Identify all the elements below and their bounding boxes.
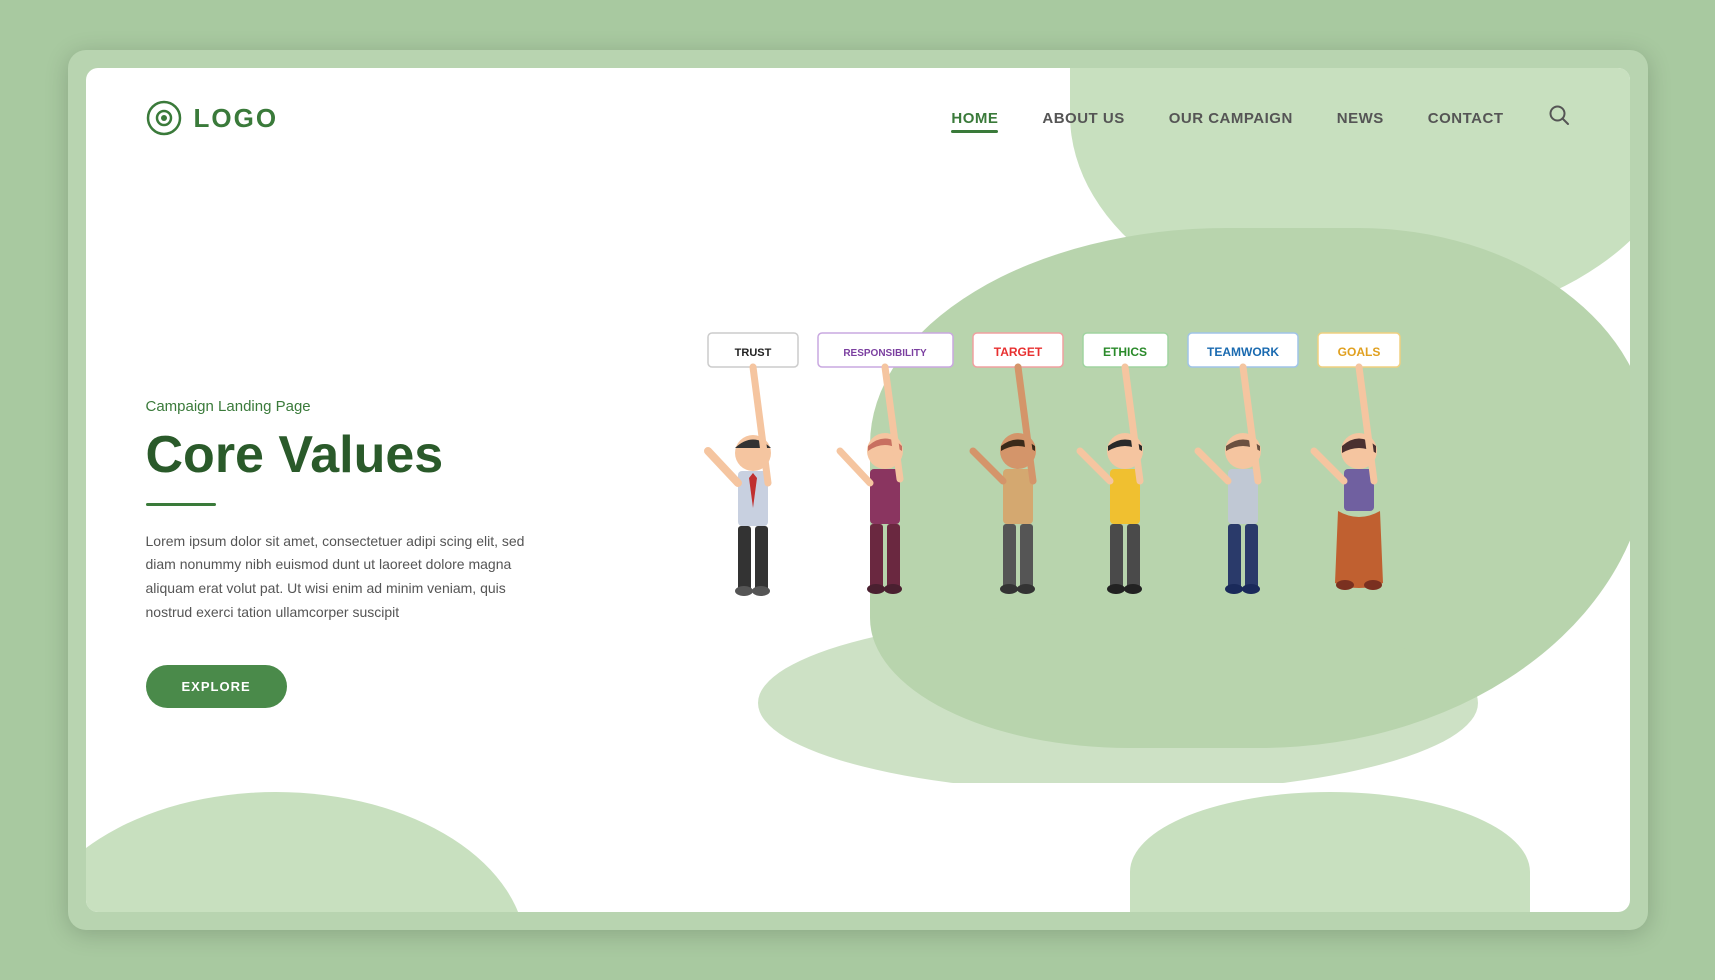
- explore-button[interactable]: EXPLORE: [146, 665, 287, 708]
- hero-right: TRUST RESPONSIBILITY TARGET ETHICS TEAMW…: [606, 196, 1570, 890]
- hero-divider: [146, 503, 216, 506]
- nav-item-about[interactable]: ABOUT US: [1042, 110, 1124, 127]
- svg-text:TEAMWORK: TEAMWORK: [1207, 345, 1279, 359]
- logo-icon: [146, 100, 182, 136]
- logo-area: LOGO: [146, 100, 279, 136]
- nav: HOME ABOUT US OUR CAMPAIGN NEWS CONTACT: [951, 104, 1569, 132]
- illustration-svg: TRUST RESPONSIBILITY TARGET ETHICS TEAMW…: [678, 303, 1498, 783]
- inner-card: LOGO HOME ABOUT US OUR CAMPAIGN NEWS CON…: [86, 68, 1630, 912]
- header: LOGO HOME ABOUT US OUR CAMPAIGN NEWS CON…: [86, 68, 1630, 156]
- values-scene: TRUST RESPONSIBILITY TARGET ETHICS TEAMW…: [678, 303, 1498, 783]
- svg-text:RESPONSIBILITY: RESPONSIBILITY: [843, 348, 927, 359]
- nav-item-news[interactable]: NEWS: [1337, 110, 1384, 127]
- svg-text:GOALS: GOALS: [1337, 345, 1380, 359]
- nav-item-campaign[interactable]: OUR CAMPAIGN: [1169, 110, 1293, 127]
- svg-text:ETHICS: ETHICS: [1102, 345, 1146, 359]
- hero-left: Campaign Landing Page Core Values Lorem …: [146, 378, 606, 707]
- logo-text: LOGO: [194, 103, 279, 134]
- hero-subtitle: Campaign Landing Page: [146, 398, 606, 415]
- nav-item-home[interactable]: HOME: [951, 110, 998, 127]
- hero-section: Campaign Landing Page Core Values Lorem …: [86, 156, 1630, 890]
- nav-item-contact[interactable]: CONTACT: [1428, 110, 1504, 127]
- svg-text:TRUST: TRUST: [734, 347, 771, 359]
- hero-title: Core Values: [146, 427, 606, 484]
- outer-frame: LOGO HOME ABOUT US OUR CAMPAIGN NEWS CON…: [68, 50, 1648, 930]
- search-icon[interactable]: [1548, 104, 1570, 132]
- hero-body: Lorem ipsum dolor sit amet, consectetuer…: [146, 530, 546, 625]
- svg-text:TARGET: TARGET: [993, 345, 1042, 359]
